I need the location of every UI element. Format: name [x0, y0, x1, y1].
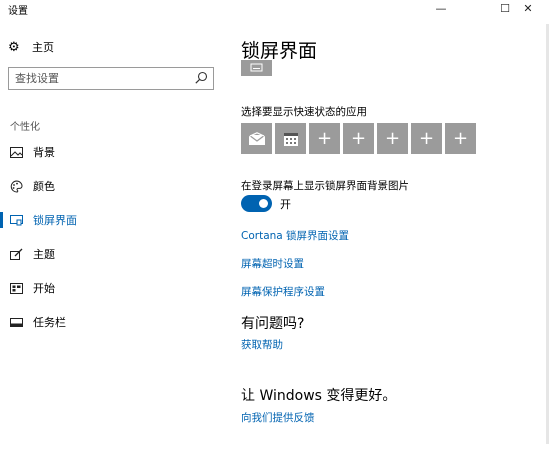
keyboard-app-tile[interactable] [241, 60, 272, 76]
sidebar-item-label: 锁屏界面 [33, 214, 77, 227]
quick-status-tile-add[interactable]: + [445, 123, 476, 154]
scrollbar[interactable] [546, 24, 549, 444]
start-icon [9, 281, 23, 295]
sidebar-item-label: 任务栏 [33, 316, 66, 329]
background-toggle-row: 开 [241, 195, 291, 212]
sidebar-item-lock-screen[interactable]: 锁屏界面 [0, 206, 224, 234]
page-title: 锁屏界面 [241, 40, 318, 62]
plus-icon: + [384, 128, 401, 149]
sidebar-item-colors[interactable]: 颜色 [0, 172, 224, 200]
quick-status-tile-add[interactable]: + [309, 123, 340, 154]
plus-icon: + [418, 128, 435, 149]
screensaver-link[interactable]: 屏幕保护程序设置 [241, 284, 325, 299]
close-button[interactable]: ✕ [505, 0, 551, 16]
screen-timeout-link[interactable]: 屏幕超时设置 [241, 256, 304, 271]
plus-icon: + [452, 128, 469, 149]
plus-icon: + [316, 128, 333, 149]
search-icon[interactable] [194, 71, 208, 85]
sidebar: ⚙ 主页 个性化 背景 颜色 锁屏界面 主题 [0, 30, 224, 451]
sidebar-item-themes[interactable]: 主题 [0, 240, 224, 268]
cortana-lock-screen-link[interactable]: Cortana 锁屏界面设置 [241, 228, 349, 243]
quick-status-tile-add[interactable]: + [411, 123, 442, 154]
picture-icon [9, 145, 23, 159]
toggle-state-label: 开 [280, 197, 291, 211]
feedback-link[interactable]: 向我们提供反馈 [241, 410, 315, 425]
home-nav-item[interactable]: ⚙ 主页 [8, 39, 54, 55]
sidebar-item-taskbar[interactable]: 任务栏 [0, 308, 224, 336]
section-label: 个性化 [10, 122, 40, 133]
minimize-icon: — [435, 1, 447, 15]
plus-icon: + [350, 128, 367, 149]
title-bar: 设置 — ☐ ✕ [0, 0, 551, 30]
lock-screen-icon [9, 213, 23, 227]
brush-icon [9, 247, 23, 261]
keyboard-icon [250, 63, 263, 72]
main-content: 锁屏界面 选择要显示快速状态的应用 + + + + + 在登录屏幕上显示锁屏界面… [241, 30, 541, 451]
background-toggle-switch[interactable] [241, 195, 272, 212]
sidebar-item-label: 主题 [33, 248, 55, 261]
sidebar-item-start[interactable]: 开始 [0, 274, 224, 302]
search-input[interactable] [15, 70, 195, 87]
quick-status-tiles: + + + + + [241, 123, 479, 154]
quick-status-heading: 选择要显示快速状态的应用 [241, 106, 367, 118]
taskbar-icon [9, 315, 23, 329]
sidebar-item-label: 颜色 [33, 180, 55, 193]
home-label: 主页 [32, 41, 54, 54]
app-title: 设置 [8, 6, 28, 17]
get-help-link[interactable]: 获取帮助 [241, 337, 283, 352]
background-setting-heading: 在登录屏幕上显示锁屏界面背景图片 [241, 180, 409, 192]
quick-status-tile-add[interactable]: + [343, 123, 374, 154]
mail-icon [248, 131, 265, 145]
sidebar-item-background[interactable]: 背景 [0, 138, 224, 166]
search-box[interactable] [8, 67, 214, 90]
quick-status-tile-add[interactable]: + [377, 123, 408, 154]
sidebar-item-label: 背景 [33, 146, 55, 159]
quick-status-tile-mail[interactable] [241, 123, 272, 154]
quick-status-tile-calendar[interactable] [275, 123, 306, 154]
minimize-button[interactable]: — [418, 0, 464, 16]
palette-icon [9, 179, 23, 193]
help-heading: 有问题吗? [241, 316, 305, 332]
calendar-icon [283, 132, 298, 146]
close-icon: ✕ [523, 1, 533, 15]
feedback-heading: 让 Windows 变得更好。 [241, 388, 397, 404]
sidebar-item-label: 开始 [33, 282, 55, 295]
toggle-knob [259, 199, 268, 208]
gear-icon: ⚙ [8, 39, 20, 55]
